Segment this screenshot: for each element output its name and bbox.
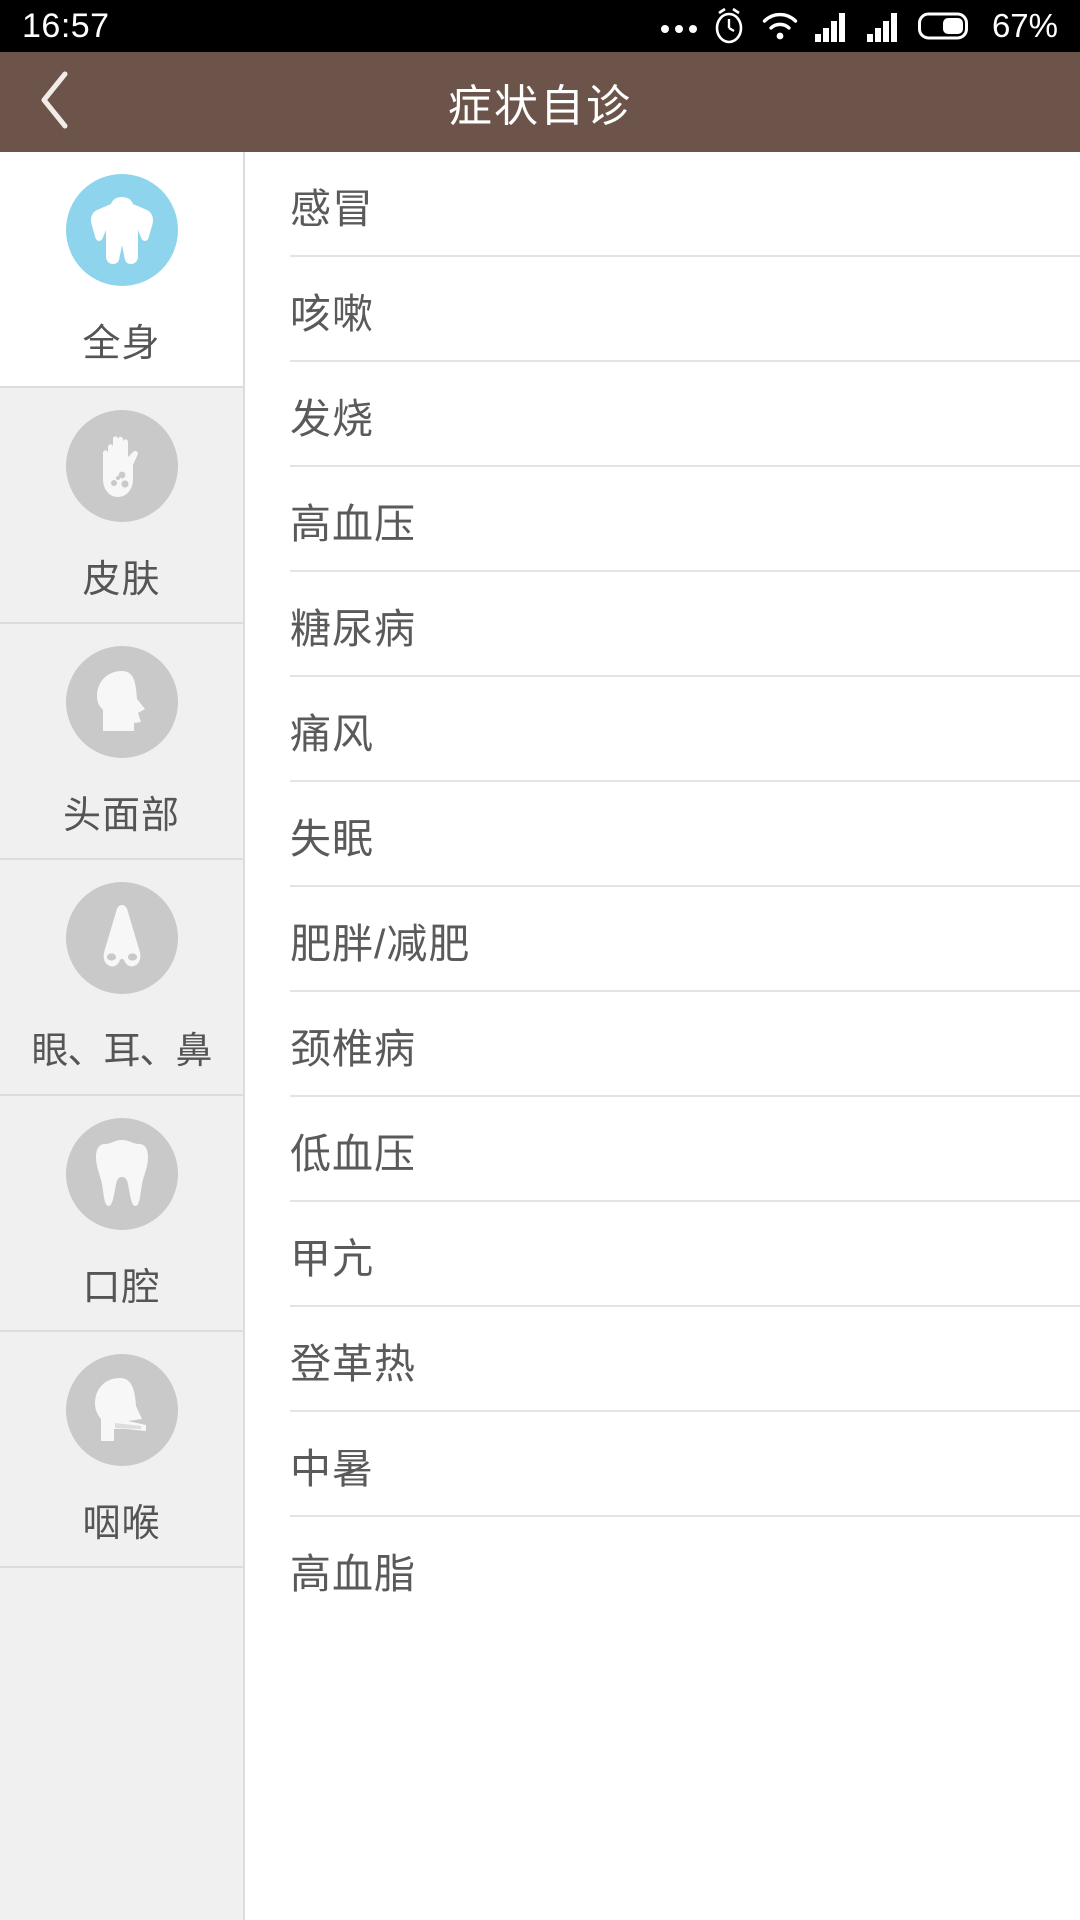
sidebar-item-head-face[interactable]: 头面部	[0, 624, 243, 860]
main-content: 全身 皮肤 头面部 眼、耳、鼻 口腔 咽喉 感冒 咳嗽 发烧 高血压 糖尿病 痛…	[0, 152, 1080, 1920]
status-bar: 16:57 67%	[0, 0, 1080, 52]
list-item-label: 甲亢	[290, 1235, 374, 1282]
list-item-label: 高血压	[290, 500, 416, 547]
list-item-label: 糖尿病	[290, 605, 416, 652]
list-item[interactable]: 甲亢	[245, 1202, 1080, 1307]
tooth-icon	[65, 1118, 178, 1230]
sidebar-item-label: 眼、耳、鼻	[31, 1030, 213, 1071]
battery-icon	[917, 11, 974, 41]
throat-head-icon	[65, 1354, 178, 1466]
list-item-label: 中暑	[290, 1445, 374, 1492]
list-item[interactable]: 感冒	[245, 152, 1080, 257]
list-item[interactable]: 痛风	[245, 677, 1080, 782]
alarm-clock-icon	[712, 7, 746, 45]
category-sidebar[interactable]: 全身 皮肤 头面部 眼、耳、鼻 口腔 咽喉	[0, 152, 245, 1920]
sidebar-item-oral[interactable]: 口腔	[0, 1096, 243, 1332]
list-item[interactable]: 咳嗽	[245, 257, 1080, 362]
chevron-left-icon	[35, 68, 75, 137]
status-bar-clock: 16:57	[22, 6, 110, 45]
list-item-label: 肥胖/减肥	[290, 920, 471, 967]
signal-bars-icon	[866, 10, 904, 42]
list-item-label: 失眠	[290, 815, 374, 862]
battery-percent-label: 67%	[991, 7, 1058, 44]
sidebar-item-label: 皮肤	[82, 559, 161, 601]
list-item[interactable]: 颈椎病	[245, 992, 1080, 1097]
list-item[interactable]: 高血压	[245, 467, 1080, 572]
list-item-label: 发烧	[290, 395, 374, 442]
symptom-list[interactable]: 感冒 咳嗽 发烧 高血压 糖尿病 痛风 失眠 肥胖/减肥 颈椎病 低血压 甲亢 …	[245, 152, 1080, 1920]
list-item-label: 痛风	[290, 710, 374, 757]
list-item-label: 高血脂	[290, 1550, 416, 1597]
sidebar-item-throat[interactable]: 咽喉	[0, 1332, 243, 1568]
list-item-label: 感冒	[290, 185, 374, 232]
list-item-label: 咳嗽	[290, 290, 374, 337]
app-header: 症状自诊	[0, 52, 1080, 152]
head-profile-icon	[65, 646, 178, 758]
list-item[interactable]: 低血压	[245, 1097, 1080, 1202]
more-dots-icon	[660, 19, 698, 33]
list-item[interactable]: 发烧	[245, 362, 1080, 467]
list-item[interactable]: 糖尿病	[245, 572, 1080, 677]
sidebar-item-label: 全身	[82, 323, 161, 365]
sidebar-item-whole-body[interactable]: 全身	[0, 152, 243, 388]
wifi-icon	[760, 10, 800, 42]
hand-rash-icon	[65, 410, 178, 522]
list-item[interactable]: 失眠	[245, 782, 1080, 887]
list-item-label: 低血压	[290, 1130, 416, 1177]
sidebar-item-skin[interactable]: 皮肤	[0, 388, 243, 624]
status-bar-icons: 67%	[660, 7, 1058, 45]
torso-body-icon	[65, 174, 178, 286]
sidebar-item-label: 头面部	[62, 795, 180, 837]
sidebar-item-eye-ear-nose[interactable]: 眼、耳、鼻	[0, 860, 243, 1096]
sidebar-item-label: 咽喉	[82, 1503, 161, 1545]
sidebar-item-label: 口腔	[82, 1267, 161, 1309]
list-item[interactable]: 登革热	[245, 1307, 1080, 1412]
list-item[interactable]: 肥胖/减肥	[245, 887, 1080, 992]
nose-icon	[65, 882, 178, 994]
list-item[interactable]: 中暑	[245, 1412, 1080, 1517]
list-item-label: 登革热	[290, 1340, 416, 1387]
list-item[interactable]: 高血脂	[245, 1517, 1080, 1622]
list-item-label: 颈椎病	[290, 1025, 416, 1072]
signal-bars-icon	[814, 10, 852, 42]
page-title: 症状自诊	[448, 82, 632, 131]
back-button[interactable]	[0, 52, 110, 152]
